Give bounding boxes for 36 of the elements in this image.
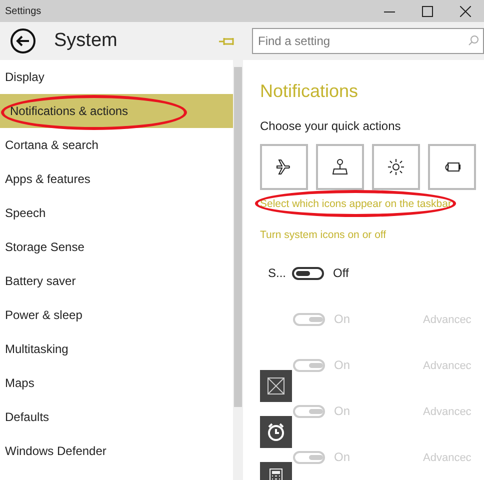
location-pin-icon xyxy=(331,158,349,176)
search-icon xyxy=(468,35,479,46)
setting-label: S... xyxy=(267,264,288,282)
airplane-icon xyxy=(275,158,293,176)
sidebar-item[interactable]: Display xyxy=(0,60,233,94)
sidebar-item[interactable]: Storage Sense xyxy=(0,230,233,264)
quick-actions-label: Choose your quick actions xyxy=(260,118,402,135)
alarm-clock-icon xyxy=(265,420,287,442)
search-field[interactable]: Find a setting xyxy=(252,28,484,54)
sidebar-item[interactable]: Battery saver xyxy=(0,264,233,298)
back-button[interactable] xyxy=(9,27,37,55)
sidebar-item[interactable]: Windows Defender xyxy=(0,434,233,468)
maximize-icon xyxy=(422,6,432,16)
quick-action-tile[interactable] xyxy=(428,144,476,190)
toggle-switch[interactable] xyxy=(292,266,324,280)
sidebar-item[interactable]: Multitasking xyxy=(0,332,233,366)
section-title: Notifications xyxy=(260,80,360,103)
sidebar-item[interactable]: Apps & features xyxy=(0,162,233,196)
pin-icon xyxy=(219,36,235,46)
sidebar-item[interactable]: Notifications & actions xyxy=(0,94,233,128)
quick-action-tile[interactable] xyxy=(372,144,420,190)
page-title: System xyxy=(54,28,118,53)
scrollbar-thumb[interactable] xyxy=(234,67,242,407)
sidebar-item[interactable]: Speech xyxy=(0,196,233,230)
quick-action-tile[interactable] xyxy=(260,144,308,190)
sun-icon xyxy=(387,158,405,176)
sidebar-item[interactable]: Power & sleep xyxy=(0,298,233,332)
window-title: Settings xyxy=(4,4,42,18)
scrollbar[interactable] xyxy=(233,60,243,480)
sidebar-item[interactable]: Defaults xyxy=(0,400,233,434)
toggle-state: Off xyxy=(333,264,349,282)
crossed-box-icon xyxy=(265,374,287,396)
sidebar-item[interactable]: Cortana & search xyxy=(0,128,233,162)
sidebar-item[interactable]: Maps xyxy=(0,366,233,400)
quick-action-tile[interactable] xyxy=(316,144,364,190)
close-icon xyxy=(460,6,470,16)
